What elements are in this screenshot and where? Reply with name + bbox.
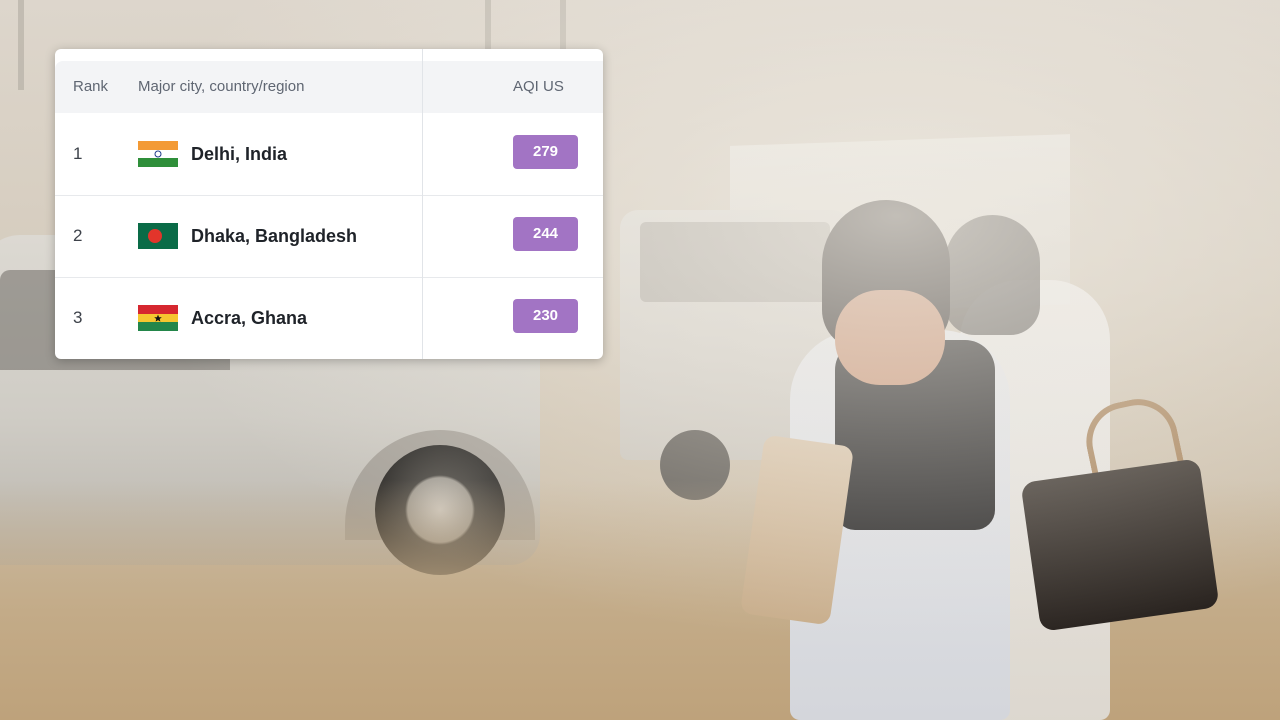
table-header: Rank Major city, country/region AQI US — [55, 61, 603, 113]
rank-value: 1 — [73, 144, 83, 163]
ghana-flag-icon — [138, 305, 178, 331]
city-column-header[interactable]: Major city, country/region — [138, 61, 304, 113]
aqi-badge: 279 — [513, 135, 578, 169]
aqi-badge: 244 — [513, 217, 578, 251]
table-row[interactable]: 2 Dhaka, Bangladesh 244 — [55, 195, 603, 278]
table-row[interactable]: 3 Accra, Ghana 230 — [55, 277, 603, 359]
aqi-badge: 230 — [513, 299, 578, 333]
column-divider — [422, 49, 423, 359]
city-link[interactable]: Accra, Ghana — [191, 277, 307, 359]
india-flag-icon — [138, 141, 178, 167]
aqi-column-header[interactable]: AQI US — [513, 61, 564, 113]
city-link[interactable]: Dhaka, Bangladesh — [191, 195, 357, 277]
rank-value: 2 — [73, 226, 83, 245]
rank-column-header[interactable]: Rank — [73, 61, 108, 113]
aqi-ranking-card: Rank Major city, country/region AQI US 1… — [55, 49, 603, 359]
bangladesh-flag-icon — [138, 223, 178, 249]
table-row[interactable]: 1 Delhi, India 279 — [55, 113, 603, 196]
rank-value: 3 — [73, 308, 83, 327]
city-link[interactable]: Delhi, India — [191, 113, 287, 195]
